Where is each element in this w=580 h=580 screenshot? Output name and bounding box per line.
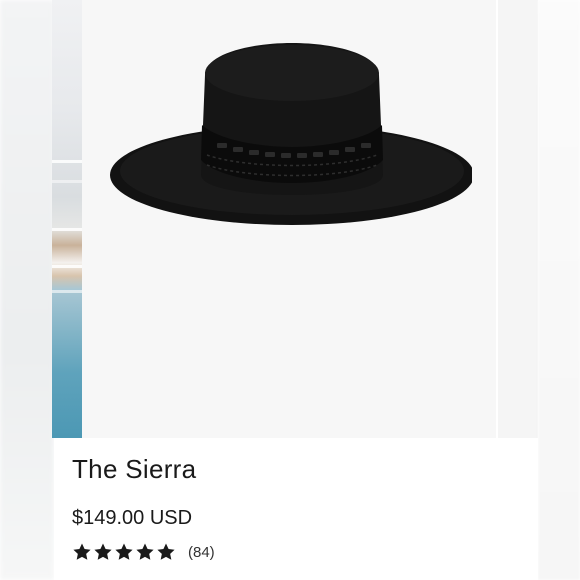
- rating-stars: [72, 542, 176, 562]
- background-blur-right: [538, 0, 580, 580]
- product-card: The Sierra $149.00 USD (84): [0, 0, 580, 580]
- product-rating[interactable]: (84): [72, 542, 215, 562]
- star-icon: [115, 543, 133, 560]
- product-title[interactable]: The Sierra: [72, 454, 196, 485]
- product-image[interactable]: [82, 0, 496, 438]
- previous-slide-image[interactable]: [52, 0, 82, 438]
- star-icon: [136, 543, 154, 560]
- star-icon: [73, 543, 91, 560]
- hat-image: [110, 43, 472, 225]
- product-price: $149.00 USD: [72, 507, 193, 529]
- star-icon: [157, 543, 175, 560]
- product-info: The Sierra $149.00 USD (84): [54, 438, 538, 580]
- review-count[interactable]: (84): [188, 544, 215, 561]
- star-icon: [94, 543, 112, 560]
- background-blur-left: [0, 0, 54, 580]
- next-slide-image[interactable]: [498, 0, 538, 438]
